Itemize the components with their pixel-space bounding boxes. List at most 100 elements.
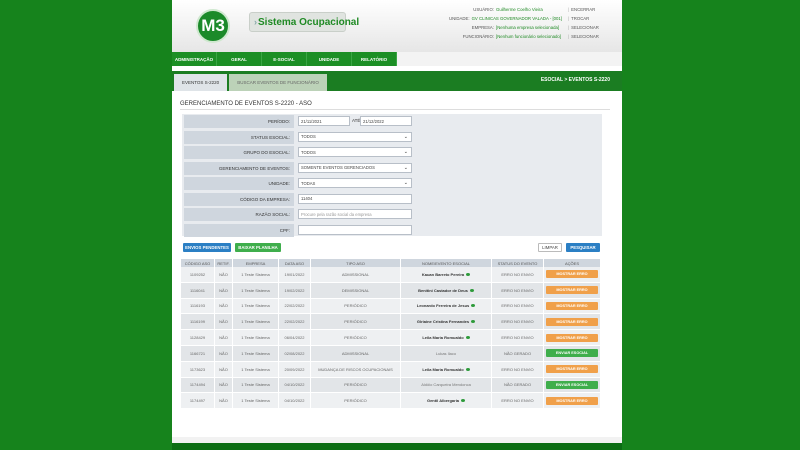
selecionar-empresa-link[interactable]: | SELECIONAR [568,23,618,32]
col-status: STATUS DO EVENTO [492,259,544,267]
status-esocial-select[interactable]: TODOS ⌄ [298,131,412,142]
app-title-text: Sistema Ocupacional [258,16,360,28]
filter-label: CPF: [184,223,294,237]
cell-empresa: 1 Teste Sistema [233,330,279,346]
cell-tipo: DEMISSIONAL [311,282,401,299]
subtab-bar: EVENTOS S-2220 BUSCAR EVENTOS DE FUNCION… [172,71,622,91]
cell-empresa: 1 Teste Sistema [233,298,279,315]
mostrar-erro-button[interactable]: MOSTRAR ERRO [546,396,598,405]
table-row: 1128429 NÃO 1 Teste Sistema 06/04/2022 PERIÓ… [181,330,601,346]
table-header: CÓDIGO ASO RETIF. EMPRESA DATA ASO TIPO … [181,259,601,267]
selecionar-funcionario-link[interactable]: | SELECIONAR [568,32,618,41]
enviar-esocial-button[interactable]: ENVIAR ESOCIAL [546,349,598,358]
table-row: 1173623 NÃO 1 Teste Sistema 20/09/2022 MUDAN… [181,361,601,378]
info-label: FUNCIONÁRIO: [462,34,494,39]
filter-row-codigo: CÓDIGO DA EMPRESA: 11404 [182,192,602,206]
menu-item-geral[interactable]: GERAL [217,52,262,66]
cell-nome: Leila Maria Romualdo [401,330,492,346]
eye-icon[interactable] [461,399,466,403]
enviar-esocial-button[interactable]: ENVIAR ESOCIAL [546,380,598,389]
chevron-down-icon: ⌄ [403,180,408,186]
cell-empresa: 1 Teste Sistema [233,267,279,283]
menu-item-relatorio[interactable]: RELATÓRIO [352,52,397,66]
info-value: [Nenhum funcionário selecionado] [496,34,561,39]
cell-acoes: MOSTRAR ERRO [544,393,601,410]
mostrar-erro-button[interactable]: MOSTRAR ERRO [546,333,598,342]
menu-item-unidade[interactable]: UNIDADE [307,52,352,66]
col-tipo: TIPO ASO [311,259,401,267]
unidade-select[interactable]: TODAS ⌄ [298,178,412,188]
app-logo[interactable]: M3 [196,9,230,43]
filter-label: CÓDIGO DA EMPRESA: [184,192,294,206]
eye-icon[interactable] [469,288,474,292]
menu-spacer [397,52,622,66]
filter-row-cpf: CPF: [182,223,602,237]
cell-tipo: MUDANÇA DE RISCOS OCUPACIONAIS [311,361,401,378]
col-nome: NOME/EVENTO ESOCIAL [401,259,492,267]
mostrar-erro-button[interactable]: MOSTRAR ERRO [546,301,598,310]
tab-eventos-s2220[interactable]: EVENTOS S-2220 [174,74,228,91]
info-row-empresa: EMPRESA: [Nenhuma empresa selecionada] [432,23,562,32]
breadcrumb: ESOCIAL > EVENTOS S-2220 [540,77,610,83]
cpf-input[interactable] [298,224,412,235]
mostrar-erro-button[interactable]: MOSTRAR ERRO [546,365,598,374]
pesquisar-button[interactable]: PESQUISAR [566,243,600,252]
menu-item-administracao[interactable]: ADMINISTRAÇÃO [172,52,217,66]
filter-label: GRUPO DO ESOCIAL: [184,146,294,159]
limpar-button[interactable]: LIMPAR [538,243,562,252]
menu-item-esocial[interactable]: E-SOCIAL [262,52,307,66]
filter-label: GERENCIAMENTO DE EVENTOS: [184,161,294,175]
cell-tipo: PERIÓDICO [311,330,401,346]
eye-icon[interactable] [465,367,470,371]
info-label: UNIDADE: [449,16,470,21]
info-value: Guilherme Coelho Vieira [496,7,543,12]
mostrar-erro-button[interactable]: MOSTRAR ERRO [546,270,598,279]
eye-icon[interactable] [471,320,476,324]
periodo-fim-input[interactable]: 21/12/2022 [360,116,412,126]
cell-empresa: 1 Teste Sistema [233,314,279,331]
cell-acoes: MOSTRAR ERRO [544,361,601,378]
table-row: 1174494 NÃO 1 Teste Sistema 04/10/2022 PERIÓ… [181,377,601,394]
table-row: 1116193 NÃO 1 Teste Sistema 22/02/2022 PERIÓ… [181,298,601,315]
col-retif: RETIF. [215,259,233,267]
periodo-inicio-input[interactable]: 21/11/2021 [298,116,350,126]
gerenciamento-select[interactable]: SOMENTE EVENTOS GERENCIADOS ⌄ [298,162,412,173]
mostrar-erro-button[interactable]: MOSTRAR ERRO [546,317,598,326]
encerrar-link[interactable]: | ENCERRAR [568,5,618,14]
mostrar-erro-button[interactable]: MOSTRAR ERRO [546,286,598,295]
cell-status: NÃO GERADO [492,377,544,394]
codigo-empresa-input[interactable]: 11404 [298,193,412,204]
cell-codigo: 1116199 [181,314,215,331]
col-acoes: AÇÕES [544,259,601,267]
cell-data: 06/04/2022 [279,330,311,346]
cell-tipo: PERIÓDICO [311,377,401,394]
cell-retif: NÃO [215,377,233,394]
grupo-esocial-select[interactable]: TODOS ⌄ [298,147,412,157]
tab-buscar-eventos[interactable]: BUSCAR EVENTOS DE FUNCIONÁRIO [229,74,327,91]
cell-retif: NÃO [215,298,233,315]
envios-pendentes-button[interactable]: ENVIOS PENDENTES [183,243,231,252]
col-codigo: CÓDIGO ASO [181,259,215,267]
cell-nome: Lukas Ilaco [401,345,492,362]
app-header: M3 › Sistema Ocupacional USUÁRIO: Guilhe… [172,0,622,52]
divider [180,109,610,110]
cell-acoes: MOSTRAR ERRO [544,330,601,346]
cell-codigo: 1109252 [181,267,215,283]
filter-panel: PERÍODO: 21/11/2021 ATÉ 21/12/2022 STATU… [182,114,602,237]
cell-status: ERRO NO ENVIO [492,361,544,378]
eye-icon[interactable] [471,304,476,308]
cell-retif: NÃO [215,330,233,346]
trocar-link[interactable]: | TROCAR [568,14,618,23]
table-row: 1174497 NÃO 1 Teste Sistema 04/10/2022 PERIÓ… [181,393,601,410]
eye-icon[interactable] [465,336,470,340]
cell-codigo: 1166721 [181,345,215,362]
cell-acoes: MOSTRAR ERRO [544,267,601,283]
footer-bar [172,443,622,450]
filter-row-periodo: PERÍODO: 21/11/2021 ATÉ 21/12/2022 [182,114,602,128]
cell-data: 04/10/2022 [279,393,311,410]
eye-icon[interactable] [466,272,471,276]
baixar-planilha-button[interactable]: BAIXAR PLANILHA [235,243,281,252]
cell-codigo: 1174497 [181,393,215,410]
col-empresa: EMPRESA [233,259,279,267]
razao-social-input[interactable]: Procure pela razão social da empresa [298,209,412,219]
